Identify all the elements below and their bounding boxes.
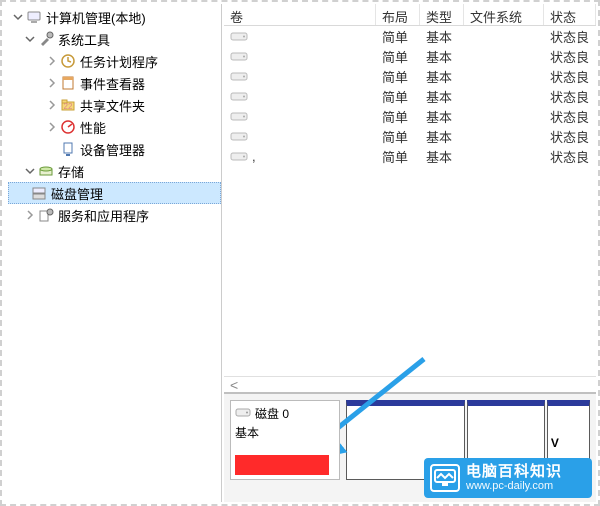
watermark: 电脑百科知识 www.pc-daily.com xyxy=(424,458,592,498)
tree-label: 事件查看器 xyxy=(80,74,145,93)
cell-layout: 简单 xyxy=(376,67,420,86)
tree-label: 系统工具 xyxy=(58,30,110,49)
col-volume[interactable]: 卷 xyxy=(224,4,376,25)
drive-icon xyxy=(230,30,248,42)
cell-volume: , xyxy=(252,149,256,164)
cell-status: 状态良 xyxy=(544,67,596,86)
cell-layout: 简单 xyxy=(376,47,420,66)
shared-folder-icon: 22 xyxy=(60,97,76,113)
cell-status: 状态良 xyxy=(544,127,596,146)
performance-icon xyxy=(60,119,76,135)
cell-type: 基本 xyxy=(420,107,464,126)
tree-label: 服务和应用程序 xyxy=(58,206,149,225)
cell-status: 状态良 xyxy=(544,47,596,66)
tree-label: 计算机管理(本地) xyxy=(46,8,146,27)
drive-icon xyxy=(230,90,248,102)
cell-type: 基本 xyxy=(420,67,464,86)
table-row[interactable]: 简单 基本 状态良 xyxy=(224,106,596,126)
tree-node-storage[interactable]: 存储 xyxy=(8,160,221,182)
device-manager-icon xyxy=(60,141,76,157)
svg-text:22: 22 xyxy=(64,102,73,111)
drive-icon xyxy=(230,70,248,82)
table-row[interactable]: 简单 基本 状态良 xyxy=(224,46,596,66)
chevron-right-icon[interactable] xyxy=(46,55,58,67)
tree-node-performance[interactable]: 性能 xyxy=(8,116,221,138)
tree-label: 任务计划程序 xyxy=(80,52,158,71)
table-row[interactable]: 简单 基本 状态良 xyxy=(224,26,596,46)
cell-layout: 简单 xyxy=(376,147,420,166)
tree-label: 存储 xyxy=(58,162,84,181)
drive-icon xyxy=(230,50,248,62)
tree-node-event-viewer[interactable]: 事件查看器 xyxy=(8,72,221,94)
event-log-icon xyxy=(60,75,76,91)
tree-node-task-scheduler[interactable]: 任务计划程序 xyxy=(8,50,221,72)
watermark-url: www.pc-daily.com xyxy=(466,480,562,492)
cell-type: 基本 xyxy=(420,27,464,46)
tree-node-services-apps[interactable]: 服务和应用程序 xyxy=(8,204,221,226)
chevron-right-icon[interactable] xyxy=(46,99,58,111)
horizontal-scroll-left[interactable]: < xyxy=(224,376,596,392)
disk-info-block[interactable]: 磁盘 0 基本 xyxy=(230,400,340,480)
tree-node-shared-folders[interactable]: 22 共享文件夹 xyxy=(8,94,221,116)
spacer xyxy=(46,143,58,155)
clock-icon xyxy=(60,53,76,69)
partition-label: V xyxy=(551,436,586,450)
table-row[interactable]: 简单 基本 状态良 xyxy=(224,126,596,146)
table-row[interactable]: , 简单 基本 状态良 xyxy=(224,146,596,166)
chevron-right-icon[interactable] xyxy=(46,77,58,89)
storage-icon xyxy=(38,163,54,179)
cell-status: 状态良 xyxy=(544,87,596,106)
cell-layout: 简单 xyxy=(376,127,420,146)
disk-type: 基本 xyxy=(235,424,335,441)
chevron-right-icon[interactable] xyxy=(24,209,36,221)
tools-icon xyxy=(38,31,54,47)
chevron-right-icon[interactable] xyxy=(46,121,58,133)
chevron-down-icon[interactable] xyxy=(24,165,36,177)
col-layout[interactable]: 布局 xyxy=(376,4,420,25)
disk-title: 磁盘 0 xyxy=(255,405,289,422)
cell-layout: 简单 xyxy=(376,27,420,46)
drive-icon xyxy=(230,150,248,162)
chevron-down-icon[interactable] xyxy=(24,33,36,45)
col-type[interactable]: 类型 xyxy=(420,4,464,25)
tree-node-system-tools[interactable]: 系统工具 xyxy=(8,28,221,50)
tree-node-root[interactable]: 计算机管理(本地) xyxy=(8,6,221,28)
cell-layout: 简单 xyxy=(376,107,420,126)
cell-type: 基本 xyxy=(420,87,464,106)
computer-icon xyxy=(26,9,42,25)
volumes-header: 卷 布局 类型 文件系统 状态 xyxy=(224,4,596,26)
tree-label: 共享文件夹 xyxy=(80,96,145,115)
nav-tree: 计算机管理(本地) 系统工具 任务计划程序 xyxy=(4,4,221,226)
volumes-list: 简单 基本 状态良 简单 基本 状态良 简单 基本 状态良 简单 基本 状态良 xyxy=(224,26,596,376)
cell-type: 基本 xyxy=(420,127,464,146)
cell-layout: 简单 xyxy=(376,87,420,106)
cell-type: 基本 xyxy=(420,47,464,66)
col-filesystem[interactable]: 文件系统 xyxy=(464,4,544,25)
cell-status: 状态良 xyxy=(544,147,596,166)
drive-icon xyxy=(230,110,248,122)
tree-label: 磁盘管理 xyxy=(51,184,103,203)
cell-type: 基本 xyxy=(420,147,464,166)
tree-node-device-manager[interactable]: 设备管理器 xyxy=(8,138,221,160)
volumes-pane: 卷 布局 类型 文件系统 状态 简单 基本 状态良 简单 基本 状态良 简单 基… xyxy=(224,4,596,502)
nav-tree-pane: 计算机管理(本地) 系统工具 任务计划程序 xyxy=(4,4,222,502)
tree-label: 性能 xyxy=(80,118,106,137)
table-row[interactable]: 简单 基本 状态良 xyxy=(224,66,596,86)
drive-icon xyxy=(230,130,248,142)
col-status[interactable]: 状态 xyxy=(544,4,596,25)
watermark-title: 电脑百科知识 xyxy=(466,464,562,481)
cell-status: 状态良 xyxy=(544,107,596,126)
tree-label: 设备管理器 xyxy=(80,140,145,159)
disk-icon xyxy=(235,406,251,421)
redacted-capacity xyxy=(235,455,329,475)
cell-status: 状态良 xyxy=(544,27,596,46)
watermark-monitor-icon xyxy=(430,464,460,492)
tree-node-disk-management[interactable]: 磁盘管理 xyxy=(8,182,221,204)
chevron-down-icon[interactable] xyxy=(12,11,24,23)
services-icon xyxy=(38,207,54,223)
table-row[interactable]: 简单 基本 状态良 xyxy=(224,86,596,106)
disk-management-icon xyxy=(31,185,47,201)
